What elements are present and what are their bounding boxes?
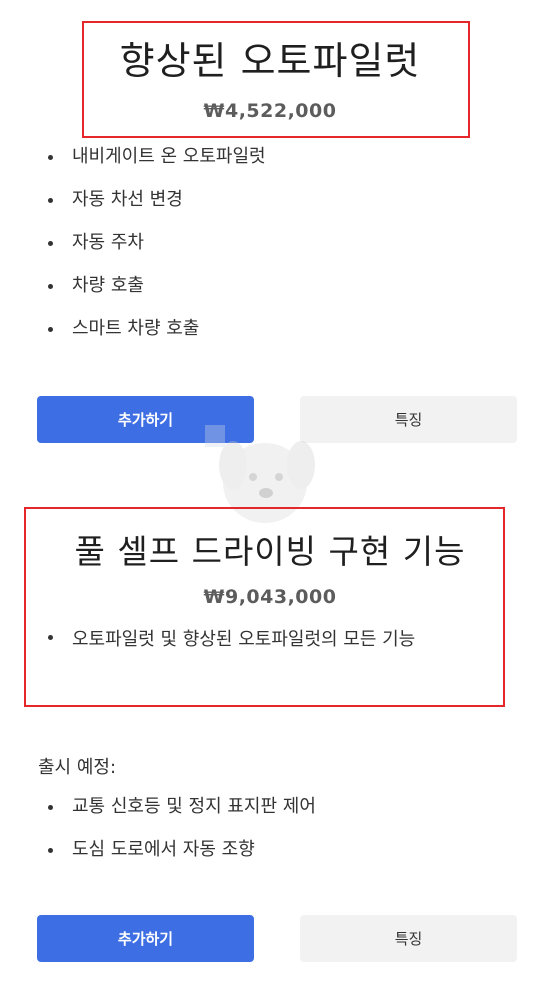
- option2-features-button[interactable]: 특징: [300, 915, 517, 962]
- option2-title: 풀 셀프 드라이빙 구현 기능: [74, 532, 466, 571]
- option2-price: ₩9,043,000: [203, 586, 337, 608]
- list-item: 자동 차선 변경: [30, 186, 266, 229]
- page: 향상된 오토파일럿 ₩4,522,000 내비게이트 온 오토파일럿 자동 차선…: [0, 0, 540, 984]
- list-item: 자동 주차: [30, 229, 266, 272]
- option1-price: ₩4,522,000: [203, 100, 337, 122]
- list-item: 내비게이트 온 오토파일럿: [30, 143, 266, 186]
- list-item: 스마트 차량 호출: [30, 315, 266, 358]
- upcoming-feature-list: 교통 신호등 및 정지 표지판 제어 도심 도로에서 자동 조향: [30, 793, 316, 879]
- list-item: 교통 신호등 및 정지 표지판 제어: [30, 793, 316, 836]
- list-item: 차량 호출: [30, 272, 266, 315]
- upcoming-label: 출시 예정:: [38, 757, 117, 778]
- list-item: 도심 도로에서 자동 조향: [30, 836, 316, 879]
- option2-feature-list: 오토파일럿 및 향상된 오토파일럿의 모든 기능: [30, 623, 492, 656]
- option1-title: 향상된 오토파일럿: [119, 39, 421, 83]
- option2-add-button[interactable]: 추가하기: [37, 915, 254, 962]
- option1-feature-list: 내비게이트 온 오토파일럿 자동 차선 변경 자동 주차 차량 호출 스마트 차…: [30, 143, 266, 358]
- list-item: 오토파일럿 및 향상된 오토파일럿의 모든 기능: [30, 623, 492, 656]
